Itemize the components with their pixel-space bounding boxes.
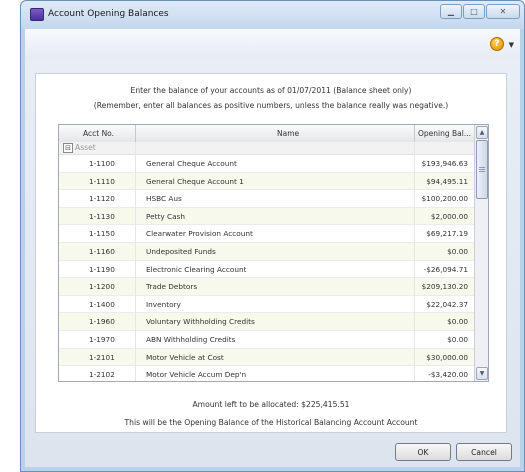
scroll-down-icon[interactable]: ▼ bbox=[476, 367, 488, 380]
ok-button[interactable]: OK bbox=[395, 443, 451, 461]
acct-cell: 1-1970 bbox=[89, 334, 115, 344]
table-row[interactable]: 1-1200 Trade Debtors $209,130.20 bbox=[59, 278, 474, 296]
balancing-account-note: This will be the Opening Balance of the … bbox=[124, 418, 418, 427]
acct-cell: 1-1100 bbox=[89, 159, 115, 168]
close-button[interactable]: ✕ bbox=[486, 4, 520, 19]
balance-cell[interactable]: $69,217.19 bbox=[426, 229, 468, 238]
acct-cell: 1-2102 bbox=[89, 370, 115, 380]
name-cell: Undeposited Funds bbox=[146, 246, 216, 256]
name-cell: Petty Cash bbox=[146, 211, 185, 221]
balance-cell[interactable]: $30,000.00 bbox=[426, 353, 468, 362]
column-header-acct[interactable]: Acct No. bbox=[83, 129, 114, 138]
table-row[interactable]: 1-1160 Undeposited Funds $0.00 bbox=[59, 242, 474, 261]
table-row[interactable]: 1-1960 Voluntary Withholding Credits $0.00 bbox=[59, 313, 474, 331]
window-title: Account Opening Balances bbox=[48, 9, 169, 19]
acct-cell: 1-1150 bbox=[89, 229, 115, 239]
app-icon bbox=[30, 8, 44, 21]
name-cell: Inventory bbox=[146, 299, 181, 309]
table-row[interactable]: 1-1190 Electronic Clearing Account -$26,09… bbox=[59, 260, 474, 279]
balance-cell[interactable]: $2,000.00 bbox=[431, 212, 468, 221]
table-header: Acct No. Name Opening Bal... bbox=[59, 125, 474, 143]
acct-cell: 1-2101 bbox=[89, 352, 115, 362]
name-cell: Voluntary Withholding Credits bbox=[146, 317, 255, 327]
maximize-button[interactable]: □ bbox=[463, 4, 485, 19]
column-header-name[interactable]: Name bbox=[277, 129, 299, 138]
name-cell: HSBC Aus bbox=[146, 194, 182, 204]
intro-text: Enter the balance of your accounts as of… bbox=[130, 86, 412, 95]
balance-cell[interactable]: $0.00 bbox=[447, 247, 468, 256]
name-cell: ABN Withholding Credits bbox=[146, 334, 236, 344]
dialog-content: Enter the balance of your accounts as of… bbox=[25, 59, 520, 467]
window-controls: ▁ □ ✕ bbox=[440, 4, 520, 19]
table-body: 1-1100 General Cheque Account $193,946.63 1… bbox=[59, 155, 474, 381]
acct-cell: 1-1400 bbox=[89, 299, 115, 309]
balance-cell[interactable]: $94,495.11 bbox=[426, 177, 468, 186]
balance-cell[interactable]: -$3,420.00 bbox=[428, 370, 468, 379]
acct-cell: 1-1190 bbox=[89, 264, 115, 274]
name-cell: Trade Debtors bbox=[146, 282, 198, 292]
balances-panel: Enter the balance of your accounts as of… bbox=[35, 73, 507, 433]
acct-cell: 1-1120 bbox=[89, 194, 115, 204]
scroll-up-icon[interactable]: ▲ bbox=[476, 126, 488, 139]
table-row[interactable]: 1-1100 General Cheque Account $193,946.63 bbox=[59, 155, 474, 173]
chevron-down-icon[interactable]: ▼ bbox=[509, 41, 514, 49]
toolbar: ? ▼ bbox=[25, 29, 520, 60]
table-row[interactable]: 1-1130 Petty Cash $2,000.00 bbox=[59, 207, 474, 226]
acct-cell: 1-1200 bbox=[89, 282, 115, 292]
balance-cell[interactable]: $193,946.63 bbox=[422, 159, 468, 168]
vertical-scrollbar[interactable]: ▲ ▼ bbox=[474, 125, 488, 381]
column-header-balance[interactable]: Opening Bal... bbox=[418, 129, 472, 138]
name-cell: General Cheque Account 1 bbox=[146, 176, 244, 186]
table-row[interactable]: 1-1150 Clearwater Provision Account $69,21… bbox=[59, 225, 474, 243]
balance-cell[interactable]: $0.00 bbox=[447, 335, 468, 344]
amount-left-text: Amount left to be allocated: $225,415.51 bbox=[192, 400, 350, 409]
table-row[interactable]: 1-1120 HSBC Aus $100,200.00 bbox=[59, 190, 474, 208]
table-row[interactable]: 1-2102 Motor Vehicle Accum Dep'n -$3,420.0… bbox=[59, 366, 474, 381]
balance-cell[interactable]: $209,130.20 bbox=[422, 282, 468, 291]
collapse-icon[interactable]: ⊟ bbox=[63, 143, 73, 153]
name-cell: Motor Vehicle Accum Dep'n bbox=[146, 370, 247, 380]
balance-cell[interactable]: $100,200.00 bbox=[422, 194, 468, 203]
minimize-icon: ▁ bbox=[447, 7, 455, 16]
table-row[interactable]: 1-1400 Inventory $22,042.37 bbox=[59, 295, 474, 314]
close-icon: ✕ bbox=[499, 7, 507, 16]
scrollbar-thumb[interactable] bbox=[476, 140, 488, 199]
dialog-window: Account Opening Balances ▁ □ ✕ ? ▼ Enter… bbox=[20, 0, 525, 472]
intro-note: (Remember, enter all balances as positiv… bbox=[93, 101, 449, 110]
name-cell: Motor Vehicle at Cost bbox=[146, 352, 224, 362]
acct-cell: 1-1110 bbox=[89, 176, 115, 186]
name-cell: Clearwater Provision Account bbox=[146, 229, 253, 239]
group-row-asset[interactable]: ⊟ Asset bbox=[59, 142, 474, 155]
balances-table[interactable]: Acct No. Name Opening Bal... ⊟ Asset 1-1… bbox=[58, 124, 489, 382]
group-label: Asset bbox=[75, 143, 96, 152]
table-row[interactable]: 1-2101 Motor Vehicle at Cost $30,000.00 bbox=[59, 348, 474, 367]
title-bar[interactable]: Account Opening Balances ▁ □ ✕ bbox=[21, 1, 524, 29]
acct-cell: 1-1130 bbox=[89, 211, 115, 221]
help-icon[interactable]: ? bbox=[490, 37, 504, 51]
balance-cell[interactable]: $0.00 bbox=[447, 317, 468, 326]
cancel-button[interactable]: Cancel bbox=[456, 443, 512, 461]
table-row[interactable]: 1-1970 ABN Withholding Credits $0.00 bbox=[59, 330, 474, 349]
balance-cell[interactable]: $22,042.37 bbox=[426, 300, 468, 309]
minimize-button[interactable]: ▁ bbox=[440, 4, 462, 19]
balance-cell[interactable]: -$26,094.71 bbox=[424, 265, 468, 274]
acct-cell: 1-1960 bbox=[89, 317, 115, 327]
table-row[interactable]: 1-1110 General Cheque Account 1 $94,495.11 bbox=[59, 172, 474, 191]
name-cell: General Cheque Account bbox=[146, 159, 237, 168]
maximize-icon: □ bbox=[470, 7, 478, 16]
acct-cell: 1-1160 bbox=[89, 246, 115, 256]
name-cell: Electronic Clearing Account bbox=[146, 264, 247, 274]
